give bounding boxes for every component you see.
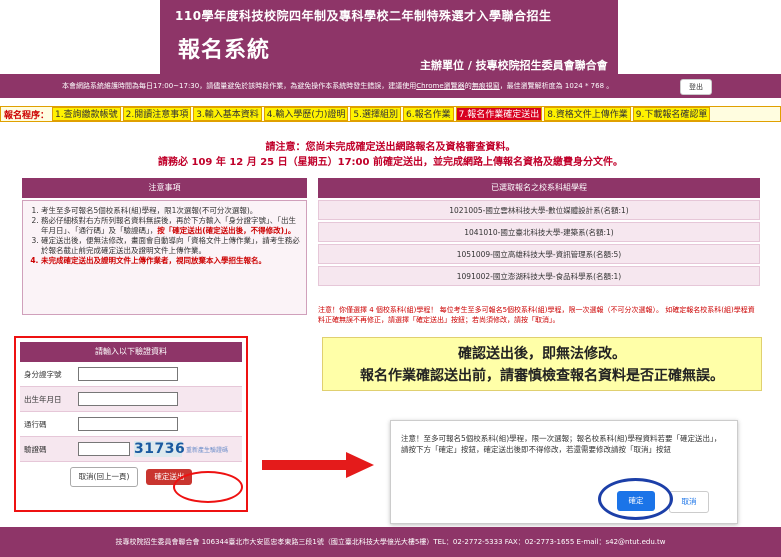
pass-row: 通行碼	[20, 412, 242, 437]
notice-text-before: 本會網路系統維護時間為每日17:00~17:30，請儘量避免於該時段作業，為避免…	[62, 82, 417, 90]
confirm-dialog: 注意！至多可報名5個校系科(組)學程，限一次選報；報名校系科(組)學程資料若要「…	[390, 420, 738, 524]
note-item: 未完成確定送出及證明文件上傳作業者，視同放棄本入學招生報名。	[41, 256, 300, 266]
notes-panel: 考生至多可報名5個校系科(組)學程，限1次選報(不可分次選報)。務必仔細核對右方…	[22, 200, 307, 315]
note-item: 務必仔細核對右方所列報名資料無誤後，再於下方輸入「身分證字號」、「出生年月日」、…	[41, 216, 300, 236]
big-warning: 確認送出後，即無法修改。 報名作業確認送出前，請審慎檢查報名資料是否正確無誤。	[322, 337, 762, 391]
notes-header: 注意事項	[22, 178, 307, 198]
organizer-label: 主辦單位 / 技專校院招生委員會聯合會	[420, 59, 608, 72]
incognito-link[interactable]: 無痕視窗	[472, 82, 500, 90]
verification-header: 請輸入以下驗證資料	[20, 342, 242, 362]
submit-highlight-circle	[173, 471, 243, 503]
page-title: 110學年度科技校院四年制及專科學校二年制特殊選才入學聯合招生	[175, 9, 552, 23]
note-item: 確定送出後，便無法修改，畫面會自動導向「資格文件上傳作業」，請考生務必於報名截止…	[41, 236, 300, 256]
selected-row: 1091002-國立澎湖科技大學-食品科學系(名額:1)	[318, 266, 760, 286]
selected-list: 1021005-國立雲林科技大學-數位媒體設計系(名額:1) 1041010-國立…	[318, 200, 760, 292]
captcha-image: 31736	[134, 441, 186, 457]
step-3[interactable]: 3.輸入基本資料	[193, 107, 262, 121]
step-7[interactable]: 7.報名作業確定送出	[455, 107, 543, 121]
step-8[interactable]: 8.資格文件上傳作業	[544, 107, 631, 121]
captcha-input[interactable]	[78, 442, 130, 456]
system-title: 報名系統	[178, 38, 271, 63]
refresh-captcha-link[interactable]: 重新產生驗證碼	[186, 445, 228, 454]
id-label: 身分證字號	[24, 369, 62, 379]
selected-header: 已選取報名之校系科組學程	[318, 178, 760, 198]
captcha-label: 驗證碼	[24, 444, 47, 454]
birth-label: 出生年月日	[24, 394, 62, 404]
cancel-back-button[interactable]: 取消(回上一頁)	[69, 467, 139, 487]
dialog-cancel-button[interactable]: 取消	[669, 491, 709, 513]
notice-text-mid: 的	[464, 82, 472, 90]
step-1[interactable]: 1.查詢繳款帳號	[52, 107, 121, 121]
notice-text: 本會網路系統維護時間為每日17:00~17:30，請儘量避免於該時段作業，為避免…	[62, 81, 613, 91]
logout-button[interactable]: 登出	[680, 79, 712, 95]
chrome-link[interactable]: Chrome瀏覽器	[416, 82, 464, 90]
verification-form: 請輸入以下驗證資料 身分證字號 出生年月日 通行碼 驗證碼 31736 重新產生…	[20, 342, 242, 492]
big-warning-line-1: 確認送出後，即無法修改。	[458, 346, 626, 362]
selected-note: 注意！你僅選擇 4 個校系科(組)學程！ 每位考生至多可報名5個校系科(組)學程…	[318, 306, 755, 324]
birth-row: 出生年月日	[20, 387, 242, 412]
header: 110學年度科技校院四年制及專科學校二年制特殊選才入學聯合招生 報名系統 主辦單…	[0, 0, 781, 74]
dialog-message: 注意！至多可報名5個校系科(組)學程，限一次選報；報名校系科(組)學程資料若要「…	[401, 434, 722, 454]
notes-list: 考生至多可報名5個校系科(組)學程，限1次選報(不可分次選報)。務必仔細核對右方…	[29, 206, 300, 266]
pass-input[interactable]	[78, 417, 178, 431]
step-6[interactable]: 6.報名作業	[403, 107, 454, 121]
birth-input[interactable]	[78, 392, 178, 406]
pass-label: 通行碼	[24, 419, 47, 429]
id-input[interactable]	[78, 367, 178, 381]
ok-highlight-circle	[598, 478, 673, 520]
big-warning-line-2: 報名作業確認送出前，請審慎檢查報名資料是否正確無誤。	[360, 368, 724, 384]
notice-bar: 本會網路系統維護時間為每日17:00~17:30，請儘量避免於該時段作業，為避免…	[0, 74, 781, 98]
warning-line-2: 請務必 109 年 12 月 25 日（星期五）17:00 前確定送出，並完成網…	[158, 157, 623, 168]
footer: 技專校院招生委員會聯合會 106344臺北市大安區忠孝東路三段1號（國立臺北科技…	[0, 527, 781, 557]
selected-row: 1021005-國立雲林科技大學-數位媒體設計系(名額:1)	[318, 200, 760, 220]
step-5[interactable]: 5.選擇組別	[350, 107, 402, 121]
right-arrow-icon	[262, 452, 374, 478]
captcha-row: 驗證碼 31736 重新產生驗證碼	[20, 437, 242, 462]
warning-line-1: 請注意：您尚未完成確定送出網路報名及資格審查資料。	[265, 142, 516, 153]
steps-bar: 報名程序： 1.查詢繳款帳號 2.閱讀注意事項 3.輸入基本資料 4.輸入學歷(力)證…	[0, 106, 781, 122]
selected-row: 1051009-國立高雄科技大學-資訊管理系(名額:5)	[318, 244, 760, 264]
step-4[interactable]: 4.輸入學歷(力)證明	[263, 107, 349, 121]
note-item: 考生至多可報名5個校系科(組)學程，限1次選報(不可分次選報)。	[41, 206, 300, 216]
step-9[interactable]: 9.下載報名確認單	[632, 107, 711, 121]
notice-text-after: ，最佳瀏覽解析度為 1024 * 768 。	[499, 82, 614, 90]
selected-row: 1041010-國立臺北科技大學-建築系(名額:1)	[318, 222, 760, 242]
step-2[interactable]: 2.閱讀注意事項	[122, 107, 192, 121]
steps-label: 報名程序：	[4, 110, 50, 121]
id-row: 身分證字號	[20, 362, 242, 387]
